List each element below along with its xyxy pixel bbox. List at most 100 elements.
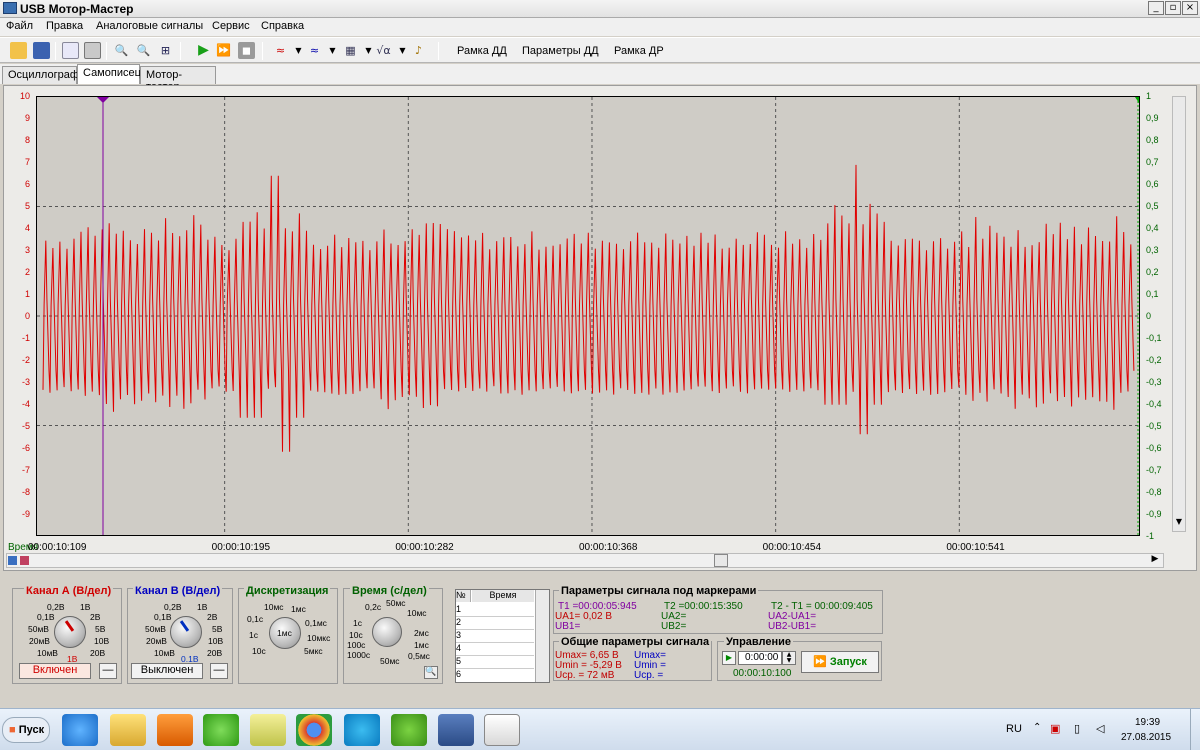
calculator-icon[interactable]: ▦ (342, 42, 359, 59)
ucp-b-value: Uср. = (634, 670, 664, 681)
menu-file[interactable]: Файл (6, 20, 33, 32)
marker-params-title: Параметры сигнала под маркерами (559, 585, 759, 597)
tab-motor-tester[interactable]: Мотор-тестер (140, 66, 216, 93)
tab-recorder[interactable]: Самописец (77, 64, 141, 84)
table-row[interactable]: 6 (456, 669, 534, 682)
app-window-icon[interactable] (438, 714, 474, 746)
knob-label: 2В (90, 612, 101, 622)
knob-label: 0,1с (247, 614, 264, 624)
minimize-button[interactable]: _ (1148, 1, 1164, 15)
time-title: Время (с/дел) (350, 585, 429, 597)
knob-label: 20мВ (29, 636, 50, 646)
start-menu-button[interactable]: ■ Пуск (2, 717, 50, 743)
menu-analog-signals[interactable]: Аналоговые сигналы (96, 20, 203, 32)
network-icon[interactable]: ▣ (1050, 722, 1060, 735)
table-row[interactable]: 1 (456, 604, 534, 617)
print-icon[interactable] (84, 42, 101, 59)
zoom-fit-icon[interactable]: ⊞ (157, 42, 174, 59)
media-player-icon[interactable] (157, 714, 193, 746)
close-button[interactable]: × (1182, 1, 1198, 15)
knob-label: 1с (249, 630, 258, 640)
scroll-down-arrow-icon[interactable]: ▼ (1172, 517, 1186, 531)
menu-service[interactable]: Сервис (212, 20, 250, 32)
signal-b-icon[interactable]: ≈ (306, 42, 323, 59)
tab-oscilloscope[interactable]: Осциллограф (2, 66, 79, 84)
knob-label: 2В (207, 612, 218, 622)
channel-b-toggle-button[interactable]: Выключен (131, 663, 203, 679)
language-indicator[interactable]: RU (1006, 723, 1022, 735)
utorrent-icon[interactable] (391, 714, 427, 746)
time-knob[interactable] (372, 617, 402, 647)
knob-label: 1В (80, 602, 91, 612)
table-row[interactable]: 2 (456, 617, 534, 630)
chart-plot-area[interactable] (36, 96, 1140, 536)
table-row[interactable]: 5 (456, 656, 534, 669)
knob-label: 1мс (414, 640, 429, 650)
zoom-icon[interactable]: 🔍 (424, 666, 438, 679)
ucp-a-value: Uср. = 72 мВ (555, 670, 615, 681)
chevron-down-icon[interactable]: ▼ (324, 42, 341, 59)
y-tick-left: 1 (24, 289, 30, 299)
time-spinner[interactable]: ▲ ▼ (782, 651, 796, 665)
knob-label: 0,1мс (305, 618, 327, 628)
horizontal-scrollbar[interactable] (6, 553, 1164, 568)
play-small-icon[interactable]: ▶ (722, 651, 736, 665)
y-axis-left: 10 9 8 7 6 5 4 3 2 1 0 -1 -2 -3 -4 -5 -6 -7 -8 -9 (4, 91, 34, 536)
menu-help[interactable]: Справка (261, 20, 304, 32)
fast-forward-icon[interactable]: ⏩ (215, 42, 232, 59)
show-desktop-button[interactable] (1190, 709, 1200, 750)
tray-expand-icon[interactable]: ⌃ (1033, 722, 1041, 733)
scroll-right-arrow-icon[interactable]: ▶ (1148, 554, 1162, 567)
zoom-out-icon[interactable]: 🔍 (135, 42, 152, 59)
open-folder-icon[interactable] (10, 42, 27, 59)
channel-b-title: Канал В (В/дел) (133, 585, 223, 597)
x-tick-label: 00:00:10:195 (211, 542, 271, 553)
battery-icon[interactable]: ▯ (1074, 722, 1080, 735)
start-button[interactable]: ⏩ Запуск (801, 651, 879, 673)
print-preview-icon[interactable] (62, 42, 79, 59)
icq-icon[interactable] (203, 714, 239, 746)
scroll-left-marker-icon[interactable] (8, 556, 17, 565)
maximize-button[interactable]: ▫ (1165, 1, 1181, 15)
marker-table-scrollbar[interactable] (535, 590, 549, 682)
internet-explorer-icon[interactable] (62, 714, 98, 746)
channel-a-toggle-button[interactable]: Включен (19, 663, 91, 679)
knob-label: 5мкс (304, 646, 323, 656)
chrome-icon[interactable] (296, 714, 332, 746)
math-function-icon[interactable]: √α (375, 42, 392, 59)
y-tick-left: -9 (21, 509, 30, 519)
knob-label: 2мс (414, 628, 429, 638)
notes-icon[interactable] (250, 714, 286, 746)
channel-a-minus-button[interactable]: — (99, 663, 117, 679)
menu-edit[interactable]: Правка (46, 20, 83, 32)
vertical-scrollbar[interactable] (1172, 96, 1186, 532)
time-input[interactable]: 0:00:00 (738, 651, 782, 665)
sound-icon[interactable]: ♪ (410, 42, 427, 59)
channel-a-knob[interactable] (54, 616, 86, 648)
save-icon[interactable] (33, 42, 50, 59)
signal-a-icon[interactable]: ≈ (272, 42, 289, 59)
play-icon[interactable]: ▶ (195, 42, 212, 59)
table-row[interactable]: 3 (456, 630, 534, 643)
scroll-thumb[interactable] (714, 554, 728, 567)
knob-label: 10с (252, 646, 266, 656)
table-row[interactable]: 4 (456, 643, 534, 656)
volume-icon[interactable]: ◁ (1096, 722, 1104, 735)
frame-dd-button[interactable]: Рамка ДД (457, 45, 507, 57)
start-menu-label: Пуск (18, 724, 45, 736)
skype-icon[interactable] (344, 714, 380, 746)
channel-b-minus-button[interactable]: — (210, 663, 228, 679)
y-tick-left: 8 (24, 135, 30, 145)
file-explorer-icon[interactable] (110, 714, 146, 746)
chevron-down-icon[interactable]: ▼ (394, 42, 411, 59)
zoom-in-icon[interactable]: 🔍 (113, 42, 130, 59)
title-bar: USB Мотор-Мастер _ ▫ × (0, 0, 1200, 18)
taskbar: ■ Пуск RU ⌃ ▣ ▯ ◁ 19:39 27.08.2015 (0, 708, 1200, 750)
knob-label: 5В (95, 624, 106, 634)
params-dd-button[interactable]: Параметры ДД (522, 45, 599, 57)
chevron-down-icon[interactable]: ▼ (290, 42, 307, 59)
scroll-right-marker-icon[interactable] (20, 556, 29, 565)
dischp-app-icon[interactable] (484, 714, 520, 746)
stop-icon[interactable]: ◼ (238, 42, 255, 59)
frame-dr-button[interactable]: Рамка ДР (614, 45, 664, 57)
